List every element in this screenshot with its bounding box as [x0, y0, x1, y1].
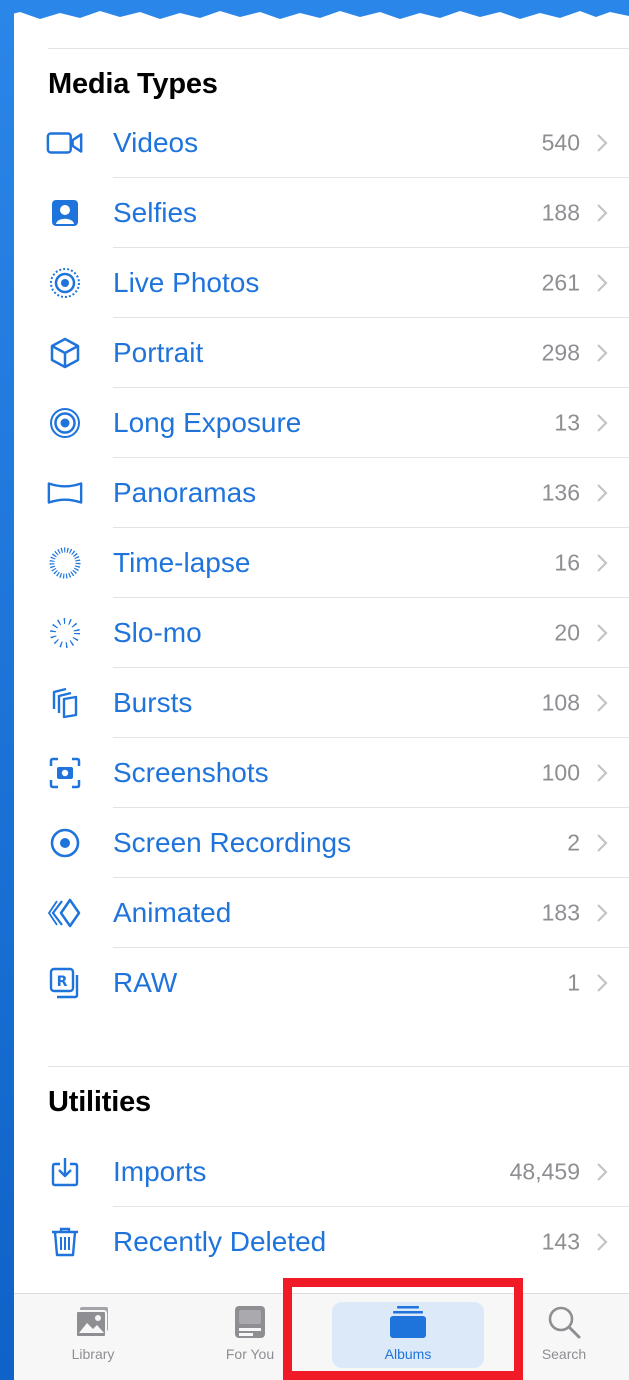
item-label: Panoramas [113, 477, 257, 508]
list-item-portrait[interactable]: Portrait 298 [14, 318, 629, 388]
list-item-selfies[interactable]: Selfies 188 [14, 178, 629, 248]
divider [48, 48, 629, 49]
list-item-panoramas[interactable]: Panoramas 136 [14, 458, 629, 528]
library-icon [73, 1302, 113, 1342]
item-count: 188 [541, 199, 580, 226]
list-item-time-lapse[interactable]: Time-lapse 16 [14, 528, 629, 598]
tab-label: Library [71, 1346, 115, 1362]
list-item-long-exposure[interactable]: Long Exposure 13 [14, 388, 629, 458]
list-item-recently-deleted[interactable]: Recently Deleted 143 [14, 1207, 629, 1277]
item-count: 298 [541, 339, 580, 366]
cube-icon [46, 334, 84, 372]
item-label: Videos [113, 127, 199, 158]
chevron-right-icon [597, 904, 608, 922]
video-icon [46, 124, 84, 162]
item-label: RAW [113, 967, 178, 998]
item-label: Live Photos [113, 267, 260, 298]
list-item-slo-mo[interactable]: Slo-mo 20 [14, 598, 629, 668]
chevron-right-icon [597, 694, 608, 712]
list-item-animated[interactable]: Animated 183 [14, 878, 629, 948]
list-item-screen-recordings[interactable]: Screen Recordings 2 [14, 808, 629, 878]
search-icon [544, 1302, 584, 1342]
item-count: 20 [554, 619, 580, 646]
item-count: 48,459 [509, 1158, 580, 1185]
item-count: 143 [541, 1228, 580, 1255]
list-item-bursts[interactable]: Bursts 108 [14, 668, 629, 738]
item-label: Bursts [113, 687, 193, 718]
chevron-right-icon [597, 274, 608, 292]
chevron-right-icon [597, 834, 608, 852]
raw-icon: R [46, 964, 84, 1002]
live-photo-icon [46, 264, 84, 302]
item-label: Imports [113, 1156, 207, 1187]
long-exposure-icon [46, 404, 84, 442]
chevron-right-icon [597, 134, 608, 152]
for-you-icon [230, 1302, 270, 1342]
chevron-right-icon [597, 1163, 608, 1181]
section-title-utilities: Utilities [48, 1086, 151, 1118]
list-item-videos[interactable]: Videos 540 [14, 108, 629, 178]
item-label: Selfies [113, 197, 198, 228]
item-label: Screenshots [113, 757, 269, 788]
chevron-right-icon [597, 764, 608, 782]
list-item-live-photos[interactable]: Live Photos 261 [14, 248, 629, 318]
item-count: 1 [567, 969, 580, 996]
section-title-media-types: Media Types [48, 68, 218, 100]
tab-library[interactable]: Library [33, 1302, 153, 1372]
screen-recording-icon [46, 824, 84, 862]
item-count: 16 [554, 549, 580, 576]
selfie-icon [46, 194, 84, 232]
item-count: 2 [567, 829, 580, 856]
item-count: 100 [541, 759, 580, 786]
chevron-right-icon [597, 484, 608, 502]
chevron-right-icon [597, 974, 608, 992]
timelapse-icon [46, 544, 84, 582]
slomo-icon [46, 614, 84, 652]
item-count: 261 [541, 269, 580, 296]
list-item-raw[interactable]: R RAW 1 [14, 948, 629, 1018]
divider [48, 1066, 629, 1067]
item-count: 183 [541, 899, 580, 926]
item-count: 136 [541, 479, 580, 506]
svg-text:R: R [57, 974, 68, 990]
albums-screen: Media Types Videos 540 Selfies 188 Live … [14, 8, 629, 1380]
item-label: Slo-mo [113, 617, 202, 648]
chevron-right-icon [597, 344, 608, 362]
panorama-icon [46, 474, 84, 512]
tab-label: For You [225, 1346, 275, 1362]
item-label: Screen Recordings [113, 827, 352, 858]
import-icon [46, 1153, 84, 1191]
animated-icon [46, 894, 84, 932]
item-label: Time-lapse [113, 547, 251, 578]
item-label: Recently Deleted [113, 1226, 327, 1257]
chevron-right-icon [597, 624, 608, 642]
torn-edge-decoration [0, 0, 629, 19]
trash-icon [46, 1223, 84, 1261]
highlight-box [283, 1278, 523, 1380]
list-item-screenshots[interactable]: Screenshots 100 [14, 738, 629, 808]
item-label: Animated [113, 897, 232, 928]
item-count: 540 [541, 129, 580, 156]
list-item-imports[interactable]: Imports 48,459 [14, 1137, 629, 1207]
item-label: Portrait [113, 337, 204, 368]
chevron-right-icon [597, 554, 608, 572]
tab-label: Search [541, 1346, 587, 1362]
chevron-right-icon [597, 414, 608, 432]
item-count: 13 [554, 409, 580, 436]
chevron-right-icon [597, 1233, 608, 1251]
screenshot-icon [46, 754, 84, 792]
bursts-icon [46, 684, 84, 722]
item-count: 108 [541, 689, 580, 716]
item-label: Long Exposure [113, 407, 302, 438]
chevron-right-icon [597, 204, 608, 222]
